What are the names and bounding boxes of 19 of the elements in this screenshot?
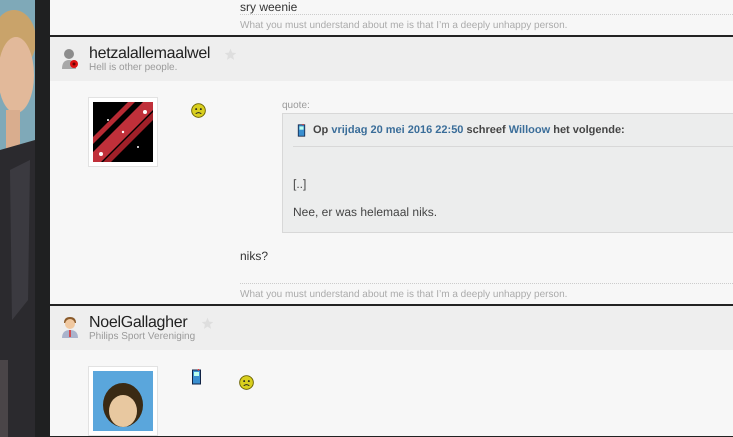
user-icon [61,48,79,70]
link[interactable]: Willoow [508,124,550,136]
quote-text: Nee, er was helemaal niks. [293,205,438,219]
username[interactable]: NoelGallagher [89,314,188,332]
quote-label: quote: [282,100,311,111]
phone-icon [297,124,306,136]
quote-text: [..] [293,177,308,191]
quote-header: Op vrijdag 20 mei 2016 22:50 schreef Willoow het volgende: [313,124,625,136]
link[interactable]: vrijdag 20 mei 2016 22:50 [331,124,464,136]
sad-face-icon [191,103,206,118]
post-message: niks? [240,249,270,265]
user-subtitle: Philips Sport Vereniging [89,331,196,342]
user-icon [61,317,79,339]
sad-face-icon [239,375,254,390]
signature: What you must understand about me is that I’m a deeply unhappy person. [240,14,733,35]
user-subtitle: Hell is other people. [89,62,178,73]
username[interactable]: hetzalallemaalwel [89,45,210,63]
post-message: sry weenie [240,0,298,14]
signature: What you must understand about me is that I’m a deeply unhappy person. [240,283,733,304]
